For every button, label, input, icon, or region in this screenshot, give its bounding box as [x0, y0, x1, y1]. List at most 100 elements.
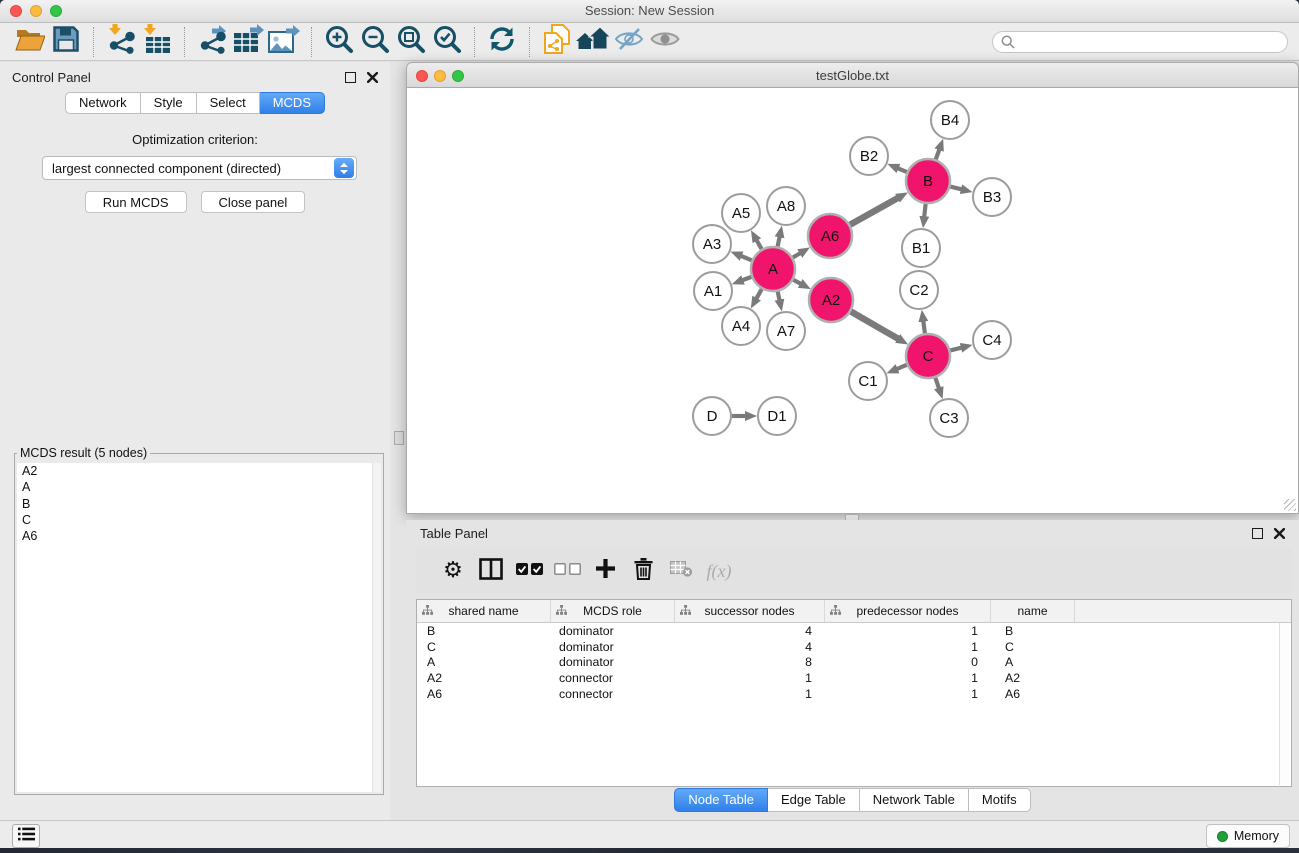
task-history-button[interactable] — [12, 824, 40, 848]
graph-node-C4[interactable]: C4 — [973, 321, 1011, 359]
memory-button[interactable]: Memory — [1206, 824, 1290, 848]
export-image-button[interactable] — [266, 26, 302, 58]
new-network-from-selection-button[interactable] — [539, 26, 575, 58]
float-table-panel-icon[interactable] — [1252, 528, 1263, 539]
show-all-button[interactable] — [647, 26, 683, 58]
table-row[interactable]: Adominator80A — [417, 654, 1291, 670]
tab-edge-table[interactable]: Edge Table — [768, 788, 860, 812]
function-builder-button[interactable]: f(x) — [700, 553, 738, 589]
graph-edge-B-B1[interactable] — [924, 204, 926, 218]
graph-edge-A-A8[interactable] — [778, 235, 780, 246]
tab-style[interactable]: Style — [141, 92, 197, 114]
optimization-criterion-select[interactable]: largest connected component (directed) — [42, 156, 357, 180]
graph-node-B4[interactable]: B4 — [931, 101, 969, 139]
first-neighbors-button[interactable] — [575, 26, 611, 58]
select-all-columns-button[interactable] — [510, 553, 548, 589]
graph-edge-B-B2[interactable] — [897, 168, 907, 172]
tab-node-table[interactable]: Node Table — [674, 788, 768, 812]
unselect-all-columns-button[interactable] — [548, 553, 586, 589]
graph-edge-A2-C[interactable] — [851, 312, 900, 340]
close-table-panel-icon[interactable] — [1274, 528, 1285, 539]
zoom-selected-button[interactable] — [429, 26, 465, 58]
table-row[interactable]: Bdominator41B — [417, 623, 1291, 639]
result-scrollbar[interactable] — [372, 463, 381, 792]
graph-node-D[interactable]: D — [693, 397, 731, 435]
create-column-button[interactable] — [586, 553, 624, 589]
graph-edge-A-A1[interactable] — [741, 277, 751, 281]
graph-node-C3[interactable]: C3 — [930, 399, 968, 437]
mcds-result-list[interactable]: A2ABCA6 — [17, 463, 381, 792]
tab-network-table[interactable]: Network Table — [860, 788, 969, 812]
result-item[interactable]: A — [17, 479, 381, 495]
export-network-button[interactable] — [194, 26, 230, 58]
import-table-button[interactable] — [139, 26, 175, 58]
graph-edge-A-A2[interactable] — [793, 280, 802, 285]
graph-node-A7[interactable]: A7 — [767, 312, 805, 350]
graph-edge-A-A3[interactable] — [740, 255, 752, 260]
graph-edge-A-A5[interactable] — [756, 239, 762, 249]
graph-node-A5[interactable]: A5 — [722, 194, 760, 232]
window-resize-handle[interactable] — [1284, 499, 1296, 511]
graph-node-C1[interactable]: C1 — [849, 362, 887, 400]
result-item[interactable]: A6 — [17, 528, 381, 544]
column-header-successor-nodes[interactable]: successor nodes — [675, 600, 825, 622]
table-row[interactable]: Cdominator41C — [417, 639, 1291, 655]
graph-node-B1[interactable]: B1 — [902, 229, 940, 267]
graph-edge-A-A4[interactable] — [756, 289, 762, 300]
graph-edge-C-C1[interactable] — [896, 365, 907, 370]
graph-edge-B-B3[interactable] — [950, 187, 963, 190]
graph-edge-A-A7[interactable] — [778, 292, 780, 302]
graph-edge-A-A6[interactable] — [793, 253, 802, 258]
zoom-fit-button[interactable] — [393, 26, 429, 58]
search-field[interactable] — [992, 31, 1288, 53]
hide-selected-button[interactable] — [611, 26, 647, 58]
graph-node-B[interactable]: B — [906, 159, 950, 203]
zoom-in-button[interactable] — [321, 26, 357, 58]
apply-layout-button[interactable] — [484, 26, 520, 58]
graph-edge-B-B4[interactable] — [936, 148, 940, 159]
save-session-button[interactable] — [48, 26, 84, 58]
graph-edge-A6-B[interactable] — [850, 197, 899, 225]
graph-node-C2[interactable]: C2 — [900, 271, 938, 309]
close-panel-icon[interactable] — [367, 72, 378, 83]
graph-node-C[interactable]: C — [906, 334, 950, 378]
open-session-button[interactable] — [12, 26, 48, 58]
result-item[interactable]: C — [17, 512, 381, 528]
graph-node-D1[interactable]: D1 — [758, 397, 796, 435]
graph-edge-C-C3[interactable] — [935, 378, 939, 390]
float-panel-icon[interactable] — [345, 72, 356, 83]
network-canvas[interactable]: A A1 A2 A3 A4 A5 A6 A7 A8 B B1 B2 B3 B4 C C1 C2 C3 C4 D D1 — [406, 88, 1299, 514]
graph-node-B3[interactable]: B3 — [973, 178, 1011, 216]
graph-node-A3[interactable]: A3 — [693, 225, 731, 263]
graph-edge-C-C2[interactable] — [923, 320, 925, 334]
show-columns-button[interactable] — [472, 553, 510, 589]
tab-mcds[interactable]: MCDS — [260, 92, 325, 114]
graph-node-A2[interactable]: A2 — [809, 278, 853, 322]
table-scrollbar[interactable] — [1279, 623, 1291, 785]
column-header-shared-name[interactable]: shared name — [417, 600, 551, 622]
graph-node-A6[interactable]: A6 — [808, 214, 852, 258]
tab-motifs[interactable]: Motifs — [969, 788, 1031, 812]
close-panel-button[interactable]: Close panel — [201, 191, 306, 213]
graph-node-A[interactable]: A — [751, 247, 795, 291]
graph-node-A4[interactable]: A4 — [722, 307, 760, 345]
export-table-button[interactable] — [230, 26, 266, 58]
zoom-out-button[interactable] — [357, 26, 393, 58]
delete-column-button[interactable] — [624, 553, 662, 589]
network-zoom-button[interactable] — [452, 70, 464, 82]
vertical-splitter-handle[interactable] — [394, 431, 404, 445]
graph-node-A8[interactable]: A8 — [767, 187, 805, 225]
table-row[interactable]: A2connector11A2 — [417, 670, 1291, 686]
graph-node-A1[interactable]: A1 — [694, 272, 732, 310]
graph-node-B2[interactable]: B2 — [850, 137, 888, 175]
result-item[interactable]: A2 — [17, 463, 381, 479]
delete-table-button[interactable] — [662, 553, 700, 589]
table-settings-button[interactable]: ⚙ — [434, 553, 472, 589]
table-row[interactable]: A6connector11A6 — [417, 686, 1291, 702]
tab-network[interactable]: Network — [65, 92, 141, 114]
run-mcds-button[interactable]: Run MCDS — [85, 191, 187, 213]
network-window-titlebar[interactable]: testGlobe.txt — [406, 62, 1299, 88]
column-header-MCDS-role[interactable]: MCDS role — [551, 600, 675, 622]
search-input[interactable] — [1015, 34, 1279, 50]
result-item[interactable]: B — [17, 496, 381, 512]
